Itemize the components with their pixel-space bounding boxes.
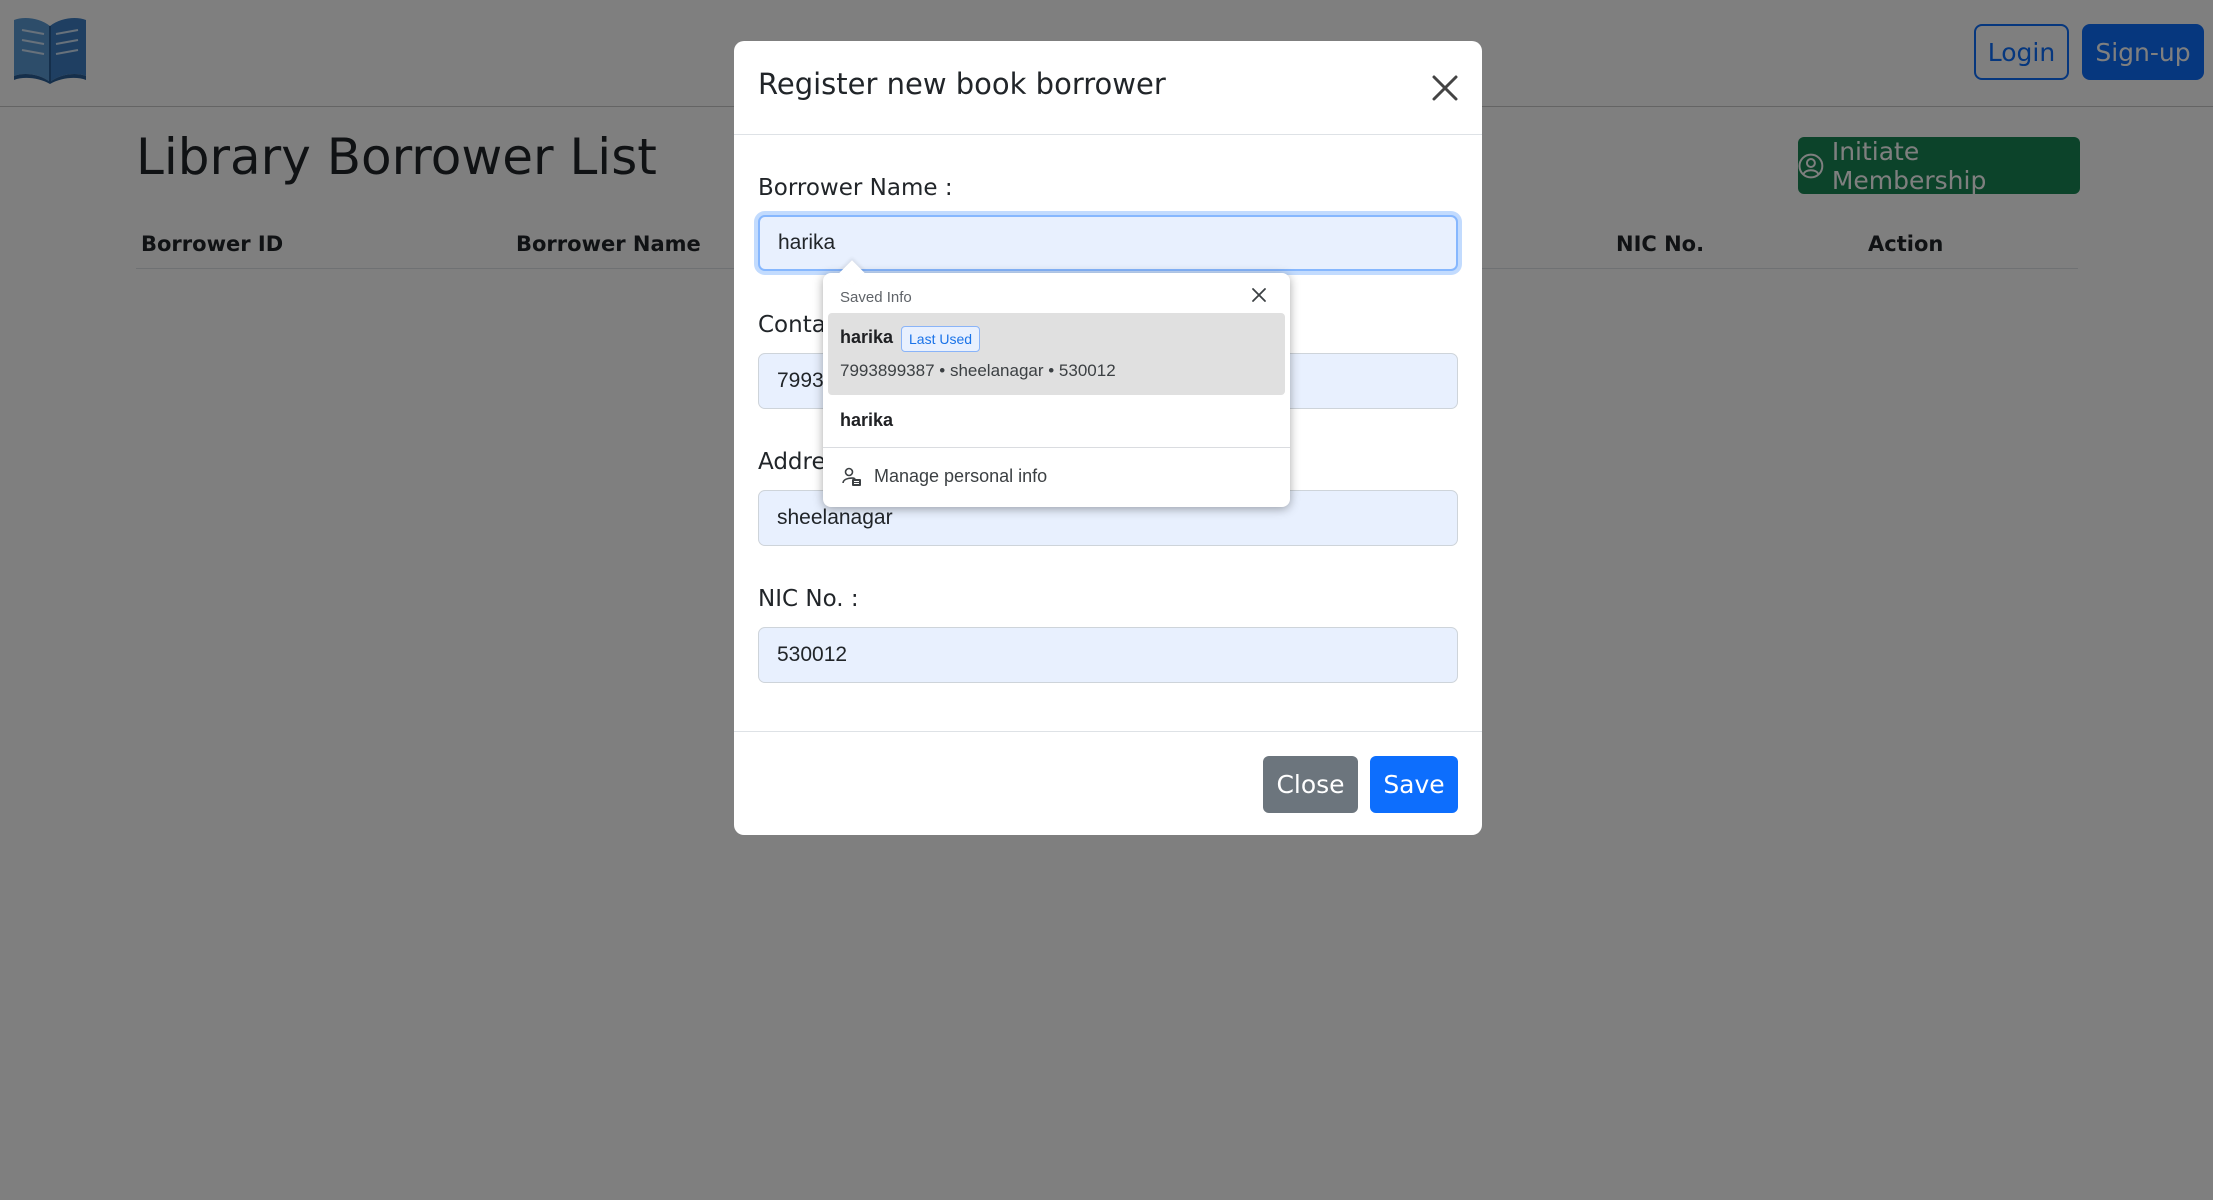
autofill-suggestion[interactable]: harika Last Used 7993899387 • sheelanaga… (828, 313, 1285, 395)
address-label: Addre (758, 449, 826, 475)
modal-header: Register new book borrower (734, 41, 1482, 135)
suggestion-detail: 7993899387 • sheelanagar • 530012 (840, 361, 1116, 380)
save-button[interactable]: Save (1370, 756, 1458, 813)
nic-label: NIC No. : (758, 586, 859, 612)
manage-personal-info-item[interactable]: Manage personal info (828, 451, 1285, 501)
manage-info-icon (842, 467, 861, 486)
contact-label: Conta (758, 312, 826, 338)
autofill-header: Saved Info (840, 289, 912, 306)
manage-personal-info-label: Manage personal info (874, 466, 1048, 486)
borrower-name-label: Borrower Name : (758, 175, 953, 201)
modal-title: Register new book borrower (758, 67, 1166, 101)
autofill-divider (823, 447, 1290, 448)
last-used-badge: Last Used (901, 326, 981, 352)
close-button[interactable]: Close (1263, 756, 1358, 813)
nic-input[interactable] (758, 627, 1458, 683)
close-icon[interactable] (1429, 72, 1461, 104)
suggestion-name: harika (840, 327, 894, 347)
autofill-suggestion[interactable]: harika (828, 399, 1285, 441)
borrower-name-input[interactable] (758, 215, 1458, 271)
close-icon[interactable] (1249, 285, 1269, 305)
autofill-popup: Saved Info harika Last Used 7993899387 •… (823, 260, 1290, 507)
suggestion-name: harika (840, 410, 894, 430)
modal-footer: Close Save (734, 731, 1482, 835)
